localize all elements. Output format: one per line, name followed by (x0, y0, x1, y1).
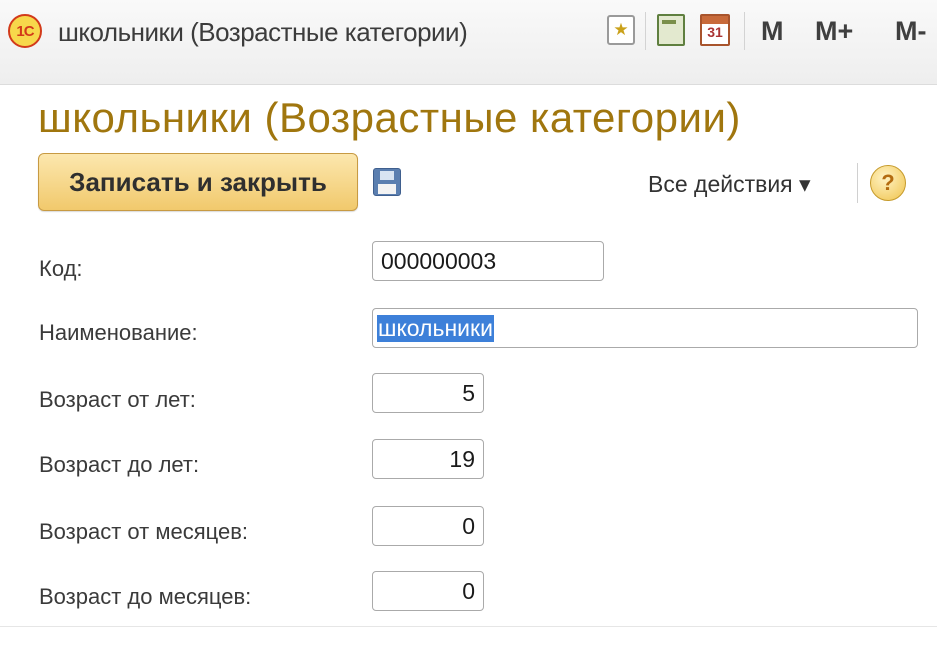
help-icon: ? (881, 170, 895, 195)
toolbar-separator (645, 12, 646, 50)
age-to-years-value: 19 (449, 445, 475, 472)
app-logo-icon: 1С (8, 14, 42, 48)
window-title-bar: 1С школьники (Возрастные категории) ★ 31… (0, 0, 937, 85)
calendar-icon: 31 (700, 14, 730, 46)
toolbar-separator (744, 12, 745, 50)
age-to-months-label: Возраст до месяцев: (39, 584, 252, 609)
favorites-button[interactable]: ★ (604, 10, 638, 50)
name-label: Наименование: (39, 320, 198, 345)
calculator-button[interactable] (654, 10, 688, 50)
bottom-divider (0, 626, 937, 627)
save-and-close-button[interactable]: Записать и закрыть (38, 153, 358, 211)
age-from-months-value: 0 (462, 512, 475, 539)
age-from-years-value: 5 (462, 379, 475, 406)
age-from-years-field[interactable]: 5 (372, 373, 484, 413)
age-from-months-field[interactable]: 0 (372, 506, 484, 546)
name-value: школьники (377, 314, 494, 342)
age-to-years-field[interactable]: 19 (372, 439, 484, 479)
help-button[interactable]: ? (870, 165, 906, 201)
window-title: школьники (Возрастные категории) (58, 17, 468, 47)
calendar-button[interactable]: 31 (698, 10, 732, 50)
command-bar-separator (857, 163, 858, 203)
all-actions-menu[interactable]: Все действия ▾ (648, 171, 811, 198)
age-to-months-value: 0 (462, 577, 475, 604)
save-button[interactable] (373, 168, 401, 196)
age-to-months-field[interactable]: 0 (372, 571, 484, 611)
age-to-years-label: Возраст до лет: (39, 452, 200, 477)
memory-button-m-minus[interactable]: M- (895, 16, 926, 47)
star-icon: ★ (607, 15, 635, 45)
floppy-disk-icon (380, 171, 394, 180)
age-from-years-label: Возраст от лет: (39, 387, 196, 412)
age-from-months-label: Возраст от месяцев: (39, 519, 249, 544)
code-field[interactable]: 000000003 (372, 241, 604, 281)
memory-button-m[interactable]: M (761, 16, 784, 47)
calculator-icon (657, 14, 685, 46)
code-value: 000000003 (381, 247, 497, 274)
name-field[interactable]: школьники (372, 308, 918, 348)
memory-button-m-plus[interactable]: M+ (815, 16, 853, 47)
page-title: школьники (Возрастные категории) (38, 94, 741, 141)
code-label: Код: (39, 256, 83, 281)
